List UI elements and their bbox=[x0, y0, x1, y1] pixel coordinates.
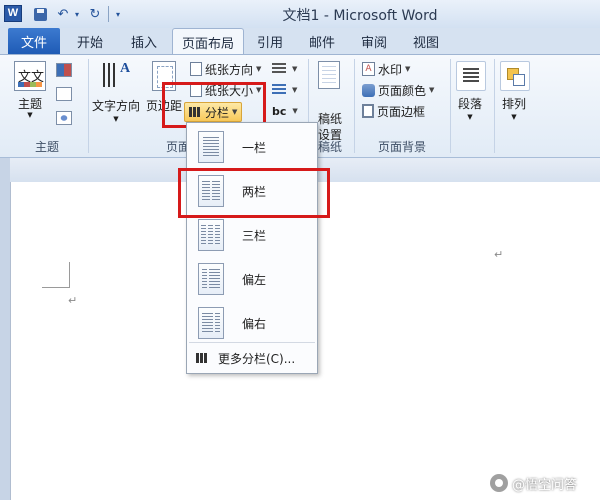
paint-bucket-icon bbox=[362, 83, 375, 97]
tab-home[interactable]: 开始 bbox=[66, 28, 114, 54]
tab-file[interactable]: 文件 bbox=[8, 28, 60, 54]
arrange-dropdown-icon[interactable]: ▼ bbox=[494, 113, 534, 121]
paragraph-label: 段落 bbox=[457, 97, 482, 111]
columns-option-right[interactable]: 偏右 bbox=[188, 303, 316, 343]
wukong-logo-icon bbox=[490, 474, 508, 492]
site-watermark: @悟空问答 bbox=[490, 472, 577, 494]
theme-button-label: 主题 bbox=[17, 97, 42, 111]
tab-view[interactable]: 视图 bbox=[404, 28, 448, 54]
theme-colors-icon[interactable] bbox=[56, 63, 72, 77]
arrange-icon[interactable] bbox=[500, 61, 530, 91]
theme-group-label: 主题 bbox=[34, 140, 59, 154]
tab-references[interactable]: 引用 bbox=[248, 28, 292, 54]
tab-mailings[interactable]: 邮件 bbox=[300, 28, 344, 54]
watermark-button[interactable]: A 水印 ▼ bbox=[362, 59, 410, 79]
columns-button[interactable]: 分栏 ▼ bbox=[184, 102, 242, 122]
margins-icon[interactable] bbox=[152, 61, 176, 91]
theme-dropdown-icon[interactable]: ▼ bbox=[10, 111, 50, 119]
columns-option-three[interactable]: 三栏 bbox=[188, 215, 316, 255]
page-color-button[interactable]: 页面颜色 ▼ bbox=[362, 80, 434, 100]
breaks-button[interactable]: ▼ bbox=[272, 59, 297, 79]
watermark-label: 水印 bbox=[378, 62, 403, 77]
arrange-label: 排列 bbox=[501, 97, 526, 111]
page-border-button[interactable]: 页面边框 bbox=[362, 101, 425, 121]
watermark-text: @悟空问答 bbox=[512, 477, 578, 493]
two-columns-icon bbox=[198, 175, 224, 207]
hyphenation-icon: bc bbox=[272, 104, 287, 118]
window-title: 文档1 - Microsoft Word bbox=[282, 8, 438, 24]
tab-page-layout[interactable]: 页面布局 bbox=[172, 28, 244, 55]
three-columns-icon bbox=[198, 219, 224, 251]
columns-menu: 一栏 两栏 三栏 偏左 偏右 更多分栏(C)... bbox=[186, 122, 318, 374]
menu-divider bbox=[189, 342, 315, 343]
text-direction-icon[interactable]: A bbox=[100, 61, 132, 91]
tab-insert[interactable]: 插入 bbox=[120, 28, 168, 54]
margin-corner-mark bbox=[42, 262, 70, 288]
size-label: 纸张大小 bbox=[205, 83, 254, 98]
title-bar: W ↶ ▾ ↻ ▾ 文档1 - Microsoft Word bbox=[0, 0, 600, 28]
text-direction-dropdown-icon[interactable]: ▼ bbox=[92, 115, 140, 123]
theme-fonts-icon[interactable] bbox=[56, 87, 72, 101]
columns-option-left[interactable]: 偏左 bbox=[188, 259, 316, 299]
text-direction-button[interactable]: 文字方向 bbox=[90, 97, 142, 114]
breaks-icon bbox=[272, 63, 286, 75]
text-direction-label: 文字方向 bbox=[91, 99, 140, 113]
paragraph-mark: ↵ bbox=[68, 294, 78, 307]
theme-effects-icon[interactable] bbox=[56, 111, 72, 125]
line-numbers-button[interactable]: ▼ bbox=[272, 80, 297, 100]
page-border-icon bbox=[362, 104, 374, 118]
page-border-label: 页面边框 bbox=[377, 104, 426, 119]
theme-button[interactable]: 主题 bbox=[10, 95, 50, 112]
paragraph-button[interactable]: 段落 bbox=[450, 95, 490, 112]
manuscript-icon[interactable] bbox=[318, 61, 340, 89]
paragraph-icon[interactable] bbox=[456, 61, 486, 91]
page-color-label: 页面颜色 bbox=[378, 83, 427, 98]
one-column-icon bbox=[198, 131, 224, 163]
tab-review[interactable]: 审阅 bbox=[352, 28, 396, 54]
more-columns-button[interactable]: 更多分栏(C)... bbox=[188, 345, 316, 371]
columns-icon bbox=[189, 107, 201, 117]
left-column-icon bbox=[198, 263, 224, 295]
right-column-icon bbox=[198, 307, 224, 339]
more-columns-label: 更多分栏(C)... bbox=[218, 351, 296, 366]
size-button[interactable]: 纸张大小 ▼ bbox=[190, 80, 261, 100]
theme-icon[interactable]: 文文 bbox=[14, 61, 46, 91]
orientation-label: 纸张方向 bbox=[205, 62, 254, 77]
size-icon bbox=[190, 83, 202, 97]
more-columns-icon bbox=[196, 353, 208, 363]
margins-label: 页边距 bbox=[145, 99, 182, 113]
ribbon-tabs: 文件 开始 插入 页面布局 引用 邮件 审阅 视图 bbox=[0, 28, 600, 55]
columns-label: 分栏 bbox=[205, 105, 230, 120]
page-background-group-label: 页面背景 bbox=[377, 140, 426, 154]
watermark-icon: A bbox=[362, 62, 375, 76]
margins-button[interactable]: 页边距 bbox=[144, 97, 184, 114]
group-divider bbox=[88, 59, 89, 153]
arrange-button[interactable]: 排列 bbox=[494, 95, 534, 112]
paragraph-dropdown-icon[interactable]: ▼ bbox=[450, 113, 490, 121]
paragraph-mark: ↵ bbox=[494, 248, 504, 261]
orientation-button[interactable]: 纸张方向 ▼ bbox=[190, 59, 261, 79]
columns-option-one[interactable]: 一栏 bbox=[188, 127, 316, 167]
hyphenation-button[interactable]: bc ▼ bbox=[272, 101, 298, 121]
line-numbers-icon bbox=[272, 84, 286, 96]
columns-option-two[interactable]: 两栏 bbox=[188, 171, 316, 211]
orientation-icon bbox=[190, 62, 202, 76]
group-divider bbox=[354, 59, 355, 153]
